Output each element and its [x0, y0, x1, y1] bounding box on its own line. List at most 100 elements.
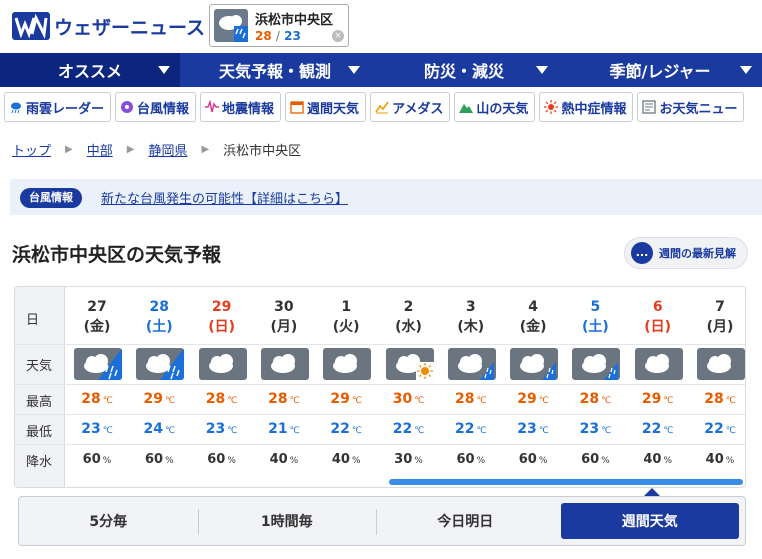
- temp-low: 23 ℃: [191, 421, 253, 437]
- tab-weekly[interactable]: 週間天気: [560, 503, 739, 539]
- subnav-item-0[interactable]: 雨雲レーダー: [4, 92, 112, 122]
- day-date: 3: [465, 299, 476, 315]
- site-header: ウェザーニュース 浜松市中央区 28 / 23 ×: [0, 0, 762, 53]
- label-weather: 天気: [26, 359, 53, 374]
- temp-unit: ℃: [351, 396, 362, 406]
- temp-unit: ℃: [102, 426, 113, 436]
- temp-low-value: 23: [517, 421, 537, 437]
- precip-prob-value: 40: [331, 452, 350, 467]
- day-column[interactable]: 30 (月) 28 ℃ 21 ℃ 40%: [253, 287, 315, 487]
- temp-low: 23 ℃: [564, 421, 626, 437]
- chevron-right-icon: ▶: [201, 144, 210, 155]
- day-weekday: (土): [145, 319, 173, 335]
- nav-label: オススメ: [57, 62, 122, 81]
- weather-cloud-rain-small-icon: [447, 348, 496, 380]
- temp-low: 22 ℃: [315, 421, 377, 437]
- temp-low-value: 22: [392, 421, 413, 437]
- subnav-item-6[interactable]: 熱中症情報: [539, 92, 634, 122]
- latest-commentary-button[interactable]: ... 週間の最新見解: [624, 237, 748, 269]
- temp-unit: ℃: [725, 396, 736, 406]
- site-logo[interactable]: ウェザーニュース: [12, 12, 205, 40]
- subnav-label: アメダス: [392, 101, 444, 117]
- percent-unit: %: [663, 456, 673, 466]
- location-temp-sep: /: [275, 29, 280, 43]
- temp-unit: ℃: [538, 396, 549, 406]
- weather-cloud-icon: [323, 348, 372, 380]
- day-column[interactable]: 27 (金) 28 ℃ 23 ℃ 60%: [66, 287, 128, 487]
- weather-cloud-rain-icon: [136, 348, 185, 380]
- tab-today-tomorrow[interactable]: 今日明日: [376, 497, 555, 545]
- precip-prob-value: 60: [518, 452, 537, 467]
- percent-unit: %: [351, 456, 361, 466]
- subnav-item-7[interactable]: お天気ニュー: [637, 92, 745, 122]
- percent-unit: %: [601, 456, 610, 466]
- tab-5min[interactable]: 5分毎: [19, 497, 198, 545]
- location-temp-low: 23: [284, 29, 301, 43]
- subnav-item-2[interactable]: 地震情報: [200, 92, 282, 122]
- nav-osusume[interactable]: オススメ: [0, 53, 180, 87]
- temp-low-value: 21: [268, 421, 288, 437]
- breadcrumb-shizuoka[interactable]: 静岡県: [148, 140, 187, 159]
- precip-prob-value: 30: [394, 452, 413, 467]
- temp-low: 22 ℃: [689, 421, 745, 437]
- temp-high-value: 30: [392, 391, 413, 407]
- sun-icon: [544, 100, 559, 114]
- nav-season[interactable]: 季節/レジャー: [558, 53, 762, 87]
- temp-high: 29 ℃: [627, 391, 689, 407]
- speech-bubble-icon: ...: [631, 242, 653, 264]
- weather-cloud-rain-small-icon: [572, 348, 621, 380]
- current-location-card[interactable]: 浜松市中央区 28 / 23 ×: [209, 4, 349, 47]
- temp-high: 28 ℃: [440, 391, 502, 407]
- precip-prob-value: 60: [82, 452, 101, 467]
- subnav-label: 雨雲レーダー: [26, 101, 105, 117]
- day-column[interactable]: 5 (土) 28 ℃ 23 ℃ 60%: [564, 287, 626, 487]
- nav-label: 天気予報・観測: [218, 62, 331, 81]
- day-date: 2: [403, 299, 414, 315]
- day-column[interactable]: 7 (月) 28 ℃ 22 ℃ 40%: [689, 287, 745, 487]
- temp-high-value: 29: [517, 391, 537, 407]
- precip-prob: 40%: [689, 452, 745, 467]
- mountain-icon: [459, 100, 474, 114]
- nav-forecast[interactable]: 天気予報・観測: [180, 53, 370, 87]
- day-column[interactable]: 1 (火) 29 ℃ 22 ℃ 40%: [315, 287, 377, 487]
- breadcrumb-current: 浜松市中央区: [223, 144, 302, 159]
- temp-unit: ℃: [351, 426, 362, 436]
- chevron-right-icon: ▶: [126, 144, 135, 155]
- forecast-tabs: 5分毎 1時間毎 今日明日 週間天気: [18, 496, 746, 546]
- precip-prob-value: 40: [643, 452, 662, 467]
- tab-1hour[interactable]: 1時間毎: [197, 497, 377, 545]
- chevron-right-icon: ▶: [65, 144, 73, 155]
- page-title: 浜松市中央区の天気予報: [12, 244, 222, 266]
- temp-low: 21 ℃: [253, 421, 315, 437]
- day-column[interactable]: 29 (日) 28 ℃ 23 ℃ 60%: [191, 287, 253, 487]
- day-column[interactable]: 6 (日) 29 ℃ 22 ℃ 40%: [627, 287, 689, 487]
- day-weekday: (月): [270, 319, 298, 335]
- close-icon[interactable]: ×: [332, 30, 344, 42]
- label-day: 日: [26, 313, 40, 328]
- breadcrumb: トップ ▶ 中部 ▶ 静岡県 ▶ 浜松市中央区: [12, 140, 301, 159]
- subnav-item-5[interactable]: 山の天気: [454, 92, 536, 122]
- day-weekday: (金): [519, 319, 547, 335]
- horizontal-scrollbar[interactable]: [389, 479, 743, 485]
- subnav-item-1[interactable]: 台風情報: [115, 92, 197, 122]
- nav-disaster[interactable]: 防災・減災: [370, 53, 558, 87]
- temp-high-value: 28: [205, 391, 226, 407]
- day-column[interactable]: 4 (金) 29 ℃ 23 ℃ 60%: [502, 287, 564, 487]
- breadcrumb-chubu[interactable]: 中部: [87, 140, 113, 159]
- logo-mark: [12, 12, 50, 40]
- temp-low-value: 23: [579, 421, 600, 437]
- precip-prob: 60%: [66, 452, 128, 467]
- breadcrumb-top[interactable]: トップ: [12, 140, 51, 159]
- temp-unit: ℃: [227, 396, 238, 406]
- temp-high: 29 ℃: [128, 391, 190, 407]
- subnav-item-3[interactable]: 週間天気: [285, 92, 367, 122]
- day-column[interactable]: 2 (水) 30 ℃ 22 ℃ 30%: [378, 287, 440, 487]
- subnav-item-4[interactable]: アメダス: [370, 92, 451, 122]
- day-column[interactable]: 3 (木) 28 ℃ 22 ℃ 60%: [440, 287, 502, 487]
- percent-unit: %: [102, 456, 112, 466]
- banner-link[interactable]: 新たな台風発生の可能性【詳細はこちら】: [101, 188, 348, 207]
- day-weekday: (金): [83, 319, 111, 335]
- day-weekday: (日): [208, 319, 235, 335]
- day-column[interactable]: 28 (土) 29 ℃ 24 ℃ 60%: [128, 287, 190, 487]
- day-date: 27: [87, 299, 107, 315]
